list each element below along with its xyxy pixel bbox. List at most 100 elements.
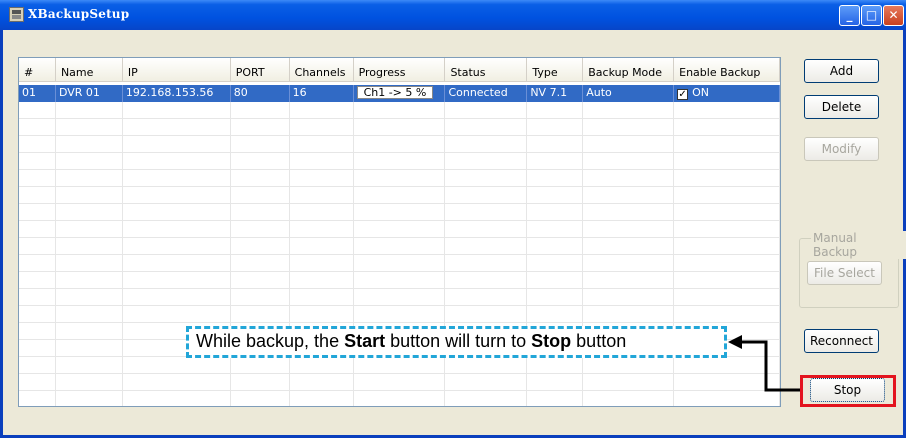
empty-cell xyxy=(289,306,354,323)
empty-table-row xyxy=(19,221,780,238)
empty-cell xyxy=(445,204,528,221)
table-header: # Name IP PORT Channels Progress Status … xyxy=(19,58,780,82)
empty-cell xyxy=(230,255,290,272)
empty-cell xyxy=(527,391,584,406)
col-header-backup-mode[interactable]: Backup Mode xyxy=(583,58,675,82)
empty-cell xyxy=(19,374,56,391)
empty-cell xyxy=(583,136,675,153)
empty-cell xyxy=(674,102,780,119)
empty-cell xyxy=(583,255,675,272)
empty-cell xyxy=(55,357,123,374)
empty-cell xyxy=(353,170,446,187)
empty-cell xyxy=(19,272,56,289)
col-header-channels[interactable]: Channels xyxy=(289,58,354,82)
empty-cell xyxy=(527,221,584,238)
maximize-button[interactable]: □ xyxy=(861,5,882,26)
empty-cell xyxy=(674,136,780,153)
empty-cell xyxy=(445,221,528,238)
empty-cell xyxy=(674,119,780,136)
empty-cell xyxy=(55,255,123,272)
empty-cell xyxy=(230,102,290,119)
col-header-type[interactable]: Type xyxy=(527,58,584,82)
empty-cell xyxy=(230,170,290,187)
empty-cell xyxy=(289,102,354,119)
empty-cell xyxy=(56,391,123,406)
col-header-status[interactable]: Status xyxy=(445,58,528,82)
manual-backup-label: Manual Backup xyxy=(811,231,906,259)
empty-table-row xyxy=(19,238,780,255)
empty-cell xyxy=(122,306,231,323)
empty-cell xyxy=(674,170,780,187)
empty-cell xyxy=(353,102,446,119)
empty-cell xyxy=(19,153,56,170)
table-row[interactable]: 01 DVR 01 192.168.153.56 80 16 Ch1 -> 5 … xyxy=(19,85,780,102)
empty-cell xyxy=(674,306,780,323)
title-bar[interactable]: XBackupSetup _ □ ✕ xyxy=(0,0,906,30)
col-header-enable-backup[interactable]: Enable Backup xyxy=(674,58,780,82)
empty-cell xyxy=(55,136,123,153)
enable-backup-checkbox[interactable]: ✓ xyxy=(677,89,689,100)
empty-cell xyxy=(122,221,231,238)
empty-cell xyxy=(289,357,354,374)
modify-button[interactable]: Modify xyxy=(804,137,879,161)
empty-cell xyxy=(289,238,354,255)
empty-cell xyxy=(289,221,354,238)
col-header-name[interactable]: Name xyxy=(55,58,123,82)
col-header-port[interactable]: PORT xyxy=(230,58,290,82)
col-header-progress[interactable]: Progress xyxy=(353,58,446,82)
empty-table-row xyxy=(19,136,780,153)
empty-cell xyxy=(353,153,446,170)
close-button[interactable]: ✕ xyxy=(883,5,904,26)
empty-cell xyxy=(19,136,56,153)
empty-table-row xyxy=(19,289,780,306)
empty-table-row xyxy=(19,153,780,170)
empty-cell xyxy=(122,238,231,255)
empty-cell xyxy=(55,323,123,340)
empty-cell xyxy=(527,306,584,323)
empty-cell xyxy=(583,102,675,119)
empty-cell xyxy=(289,153,354,170)
empty-cell xyxy=(674,238,780,255)
empty-table-row xyxy=(19,170,780,187)
file-select-button[interactable]: File Select xyxy=(807,261,882,285)
empty-cell xyxy=(55,187,123,204)
empty-cell xyxy=(19,170,56,187)
empty-table-row xyxy=(19,357,780,374)
empty-cell xyxy=(19,357,56,374)
delete-button[interactable]: Delete xyxy=(804,95,879,119)
empty-cell xyxy=(583,289,675,306)
empty-cell xyxy=(583,374,675,391)
add-button[interactable]: Add xyxy=(804,59,879,83)
empty-table-row xyxy=(19,255,780,272)
empty-cell xyxy=(527,136,584,153)
empty-cell xyxy=(527,153,584,170)
empty-cell xyxy=(230,221,290,238)
empty-cell xyxy=(527,102,584,119)
empty-cell xyxy=(674,357,780,374)
empty-cell xyxy=(55,340,123,357)
annotation-text: While backup, the Start button will turn… xyxy=(196,331,627,351)
minimize-button[interactable]: _ xyxy=(839,5,860,26)
empty-cell xyxy=(353,374,446,391)
empty-cell xyxy=(583,238,675,255)
empty-cell xyxy=(55,221,123,238)
col-header-ip[interactable]: IP xyxy=(122,58,231,82)
stop-button-highlight xyxy=(800,375,896,407)
empty-cell xyxy=(527,187,584,204)
empty-cell xyxy=(674,153,780,170)
empty-cell xyxy=(231,391,290,406)
annotation-start-word: Start xyxy=(344,331,386,351)
empty-cell xyxy=(353,289,446,306)
empty-cell xyxy=(55,204,123,221)
empty-cell xyxy=(19,204,56,221)
empty-cell xyxy=(122,119,231,136)
empty-cell xyxy=(19,391,56,406)
reconnect-button[interactable]: Reconnect xyxy=(804,329,879,353)
empty-cell xyxy=(55,102,123,119)
empty-cell xyxy=(230,153,290,170)
empty-table-row xyxy=(19,119,780,136)
empty-cell xyxy=(674,255,780,272)
empty-cell xyxy=(19,102,56,119)
empty-cell xyxy=(527,238,584,255)
col-header-number[interactable]: # xyxy=(19,58,56,82)
